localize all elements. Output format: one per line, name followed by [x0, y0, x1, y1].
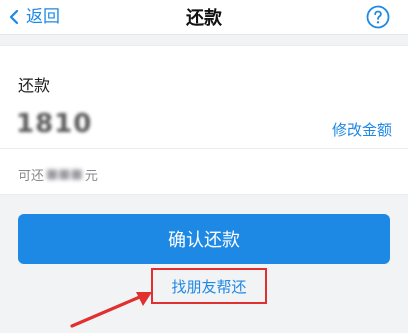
friend-help-link[interactable]: 找朋友帮还 — [171, 276, 246, 297]
repay-amount[interactable]: 1810 — [16, 109, 92, 139]
divider — [0, 148, 408, 149]
navigation-bar: 返回 还款 — [0, 0, 408, 35]
available-prefix: 可还 — [18, 168, 45, 184]
amount-row: 1810 修改金额 — [16, 109, 392, 149]
repay-page: 返回 还款 还款 1810 修改金额 可还 ■■■ 元 确认还款 找朋友帮还 — [0, 0, 408, 333]
red-arrow-icon — [70, 292, 152, 328]
help-circle-icon[interactable] — [366, 5, 390, 29]
available-amount-row: 可还 ■■■ 元 — [18, 164, 98, 184]
edit-amount-link[interactable]: 修改金额 — [332, 119, 392, 140]
repay-card: 还款 1810 修改金额 可还 ■■■ 元 — [0, 45, 408, 195]
available-amount-masked: ■■■ — [46, 166, 83, 182]
confirm-repay-button[interactable]: 确认还款 — [18, 214, 390, 264]
available-suffix: 元 — [84, 168, 98, 184]
repay-label: 还款 — [18, 76, 51, 95]
friend-help-highlight: 找朋友帮还 — [151, 268, 267, 304]
page-title: 还款 — [186, 8, 222, 29]
